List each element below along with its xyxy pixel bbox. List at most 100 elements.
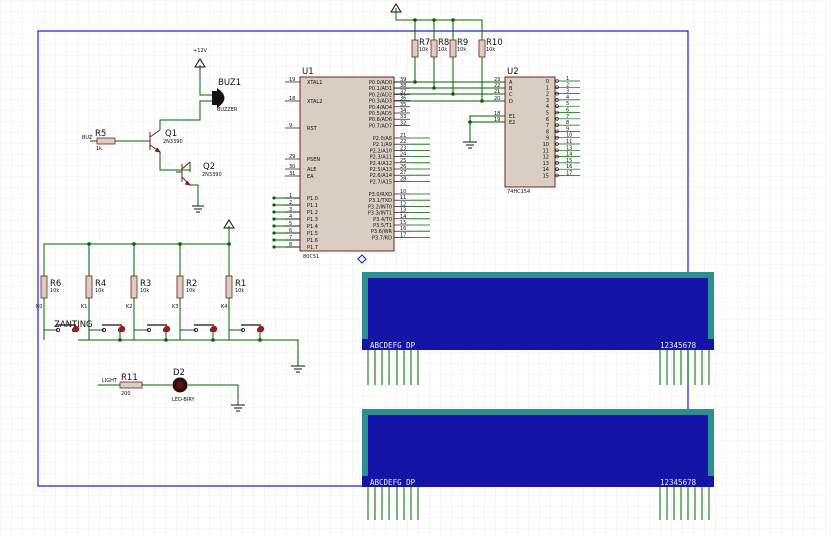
led-d2[interactable] bbox=[172, 377, 188, 393]
mcu-pin-name: P1.3 bbox=[307, 217, 318, 223]
mcu-pin-number: 23 bbox=[400, 145, 406, 151]
mcu-pin-number: 35 bbox=[400, 102, 406, 108]
resistor-r8[interactable] bbox=[430, 39, 438, 58]
mcu-pin-name: P3.7/RD bbox=[372, 235, 392, 241]
mcu-pin-number: 22 bbox=[400, 139, 406, 145]
mcu-pin-name: P1.2 bbox=[307, 210, 318, 216]
mcu-pin-name: P1.7 bbox=[307, 245, 318, 251]
mcu-pin-name: P1.0 bbox=[307, 196, 318, 202]
mcu-pin-number: 14 bbox=[400, 214, 406, 220]
decoder-pin-number: 20 bbox=[494, 96, 500, 102]
decoder-pin-number: 6 bbox=[566, 108, 569, 114]
resistor-r4[interactable] bbox=[85, 275, 93, 299]
mcu-pin-name: P2.2/A10 bbox=[370, 148, 392, 154]
mcu-pin-number: 27 bbox=[400, 170, 406, 176]
decoder-pin-name: 14 bbox=[543, 167, 549, 173]
display-2-digit-label: 12345678 bbox=[660, 478, 697, 487]
decoder-pin-name: 8 bbox=[546, 129, 549, 135]
decoder-pin-name: 15 bbox=[543, 174, 549, 180]
display-2[interactable] bbox=[362, 409, 714, 487]
decoder-pin-number: 14 bbox=[566, 152, 572, 158]
decoder-pin-name: 3 bbox=[546, 98, 549, 104]
mcu-pin-number: 5 bbox=[289, 221, 292, 227]
mcu-pin-number: 3 bbox=[289, 207, 292, 213]
mcu-pin-name: P0.5/AD5 bbox=[369, 111, 392, 117]
resistor-r1[interactable] bbox=[225, 275, 233, 299]
decoder-pin-name: 11 bbox=[543, 148, 549, 154]
q1-part: 2N3390 bbox=[163, 139, 183, 145]
decoder-pin-number: 1 bbox=[566, 76, 569, 82]
mcu-pin-number: 6 bbox=[289, 228, 292, 234]
decoder-pin-name: 7 bbox=[546, 123, 549, 129]
decoder-pin-name: 13 bbox=[543, 161, 549, 167]
pullup-value: 10k bbox=[419, 47, 428, 53]
mcu-pin-name: P0.4/AD4 bbox=[369, 105, 392, 111]
mcu-pin-number: 29 bbox=[289, 154, 295, 160]
q1-ref: Q1 bbox=[165, 129, 177, 139]
buzzer-ref: BUZ1 bbox=[218, 78, 241, 88]
pullup-value: 10k bbox=[486, 47, 495, 53]
mcu-pin-name: P3.0/RXD bbox=[369, 192, 393, 198]
mcu-pin-name: P0.0/AD0 bbox=[369, 80, 392, 86]
port1-terminal bbox=[272, 238, 276, 242]
key-net-label: K3 bbox=[172, 304, 178, 310]
resistor-r10[interactable] bbox=[478, 39, 486, 58]
resistor-r2[interactable] bbox=[176, 275, 184, 299]
resistor-r3[interactable] bbox=[130, 275, 138, 299]
mcu-pin-name: P0.6/AD6 bbox=[369, 117, 392, 123]
decoder-pin-name: 10 bbox=[543, 142, 549, 148]
mcu-pin-number: 38 bbox=[400, 83, 406, 89]
mcu-pin-number: 33 bbox=[400, 114, 406, 120]
mcu-pin-name: P0.3/AD3 bbox=[369, 99, 392, 105]
mcu-pin-number: 2 bbox=[289, 200, 292, 206]
mcu-pin-number: 24 bbox=[400, 152, 406, 158]
decoder-pin-name: 12 bbox=[543, 155, 549, 161]
r5-net: BUZ bbox=[82, 135, 93, 141]
pullup-value: 10k bbox=[457, 47, 466, 53]
decoder-pin-name: 6 bbox=[546, 117, 549, 123]
resistor-r7[interactable] bbox=[411, 39, 419, 58]
mcu-pin-number: 11 bbox=[400, 195, 406, 201]
mcu-pin-name: P0.1/AD1 bbox=[369, 86, 392, 92]
led-ref: D2 bbox=[173, 368, 185, 378]
mcu-pin-number: 12 bbox=[400, 201, 406, 207]
mcu-pin-number: 4 bbox=[289, 214, 292, 220]
decoder-pin-name: 4 bbox=[546, 104, 549, 110]
mcu-pin-number: 1 bbox=[289, 193, 292, 199]
mcu-pin-name: P0.7/AD7 bbox=[369, 123, 392, 129]
decoder-pin-number: 3 bbox=[566, 89, 569, 95]
mcu-pin-number: 39 bbox=[400, 77, 406, 83]
resistor-r9[interactable] bbox=[449, 39, 457, 58]
display-1-seg-label: ABCDEFG DP bbox=[370, 341, 416, 350]
r11-value: 200 bbox=[121, 391, 131, 397]
r5-value: 1k bbox=[96, 146, 102, 152]
mcu-pin-name: P1.5 bbox=[307, 231, 318, 237]
decoder-pin-name: C bbox=[509, 92, 513, 98]
decoder-ref: U2 bbox=[507, 67, 519, 77]
display-1[interactable] bbox=[362, 272, 714, 350]
resistor-r6[interactable] bbox=[40, 275, 48, 299]
mcu-pin-number: 25 bbox=[400, 158, 406, 164]
schematic-canvas[interactable]: +12V R7 10k R8 10k R9 10k R10 10k R6 10k K0 R4 10k K… bbox=[0, 0, 831, 536]
key-resistor-value: 10k bbox=[95, 288, 104, 294]
mcu-pin-number: 34 bbox=[400, 108, 406, 114]
display-2-seg-label: ABCDEFG DP bbox=[370, 478, 416, 487]
mcu-pin-number: 18 bbox=[289, 96, 295, 102]
decoder-pin-name: 1 bbox=[546, 85, 549, 91]
mcu-pin-name: P2.3/A11 bbox=[370, 155, 392, 161]
mcu-pin-number: 21 bbox=[400, 133, 406, 139]
port1-terminal bbox=[272, 217, 276, 221]
decoder-pin-number: 19 bbox=[494, 117, 500, 123]
decoder-pin-number: 10 bbox=[566, 133, 572, 139]
mcu-pin-name: P0.2/AD2 bbox=[369, 92, 392, 98]
mcu-pin-name: P3.5/T1 bbox=[373, 223, 392, 229]
mcu-pin-name: PSEN bbox=[307, 157, 320, 163]
port1-terminal bbox=[272, 224, 276, 228]
mcu-pin-number: 36 bbox=[400, 96, 406, 102]
key-resistor-value: 10k bbox=[186, 288, 195, 294]
q2-part: 2N3390 bbox=[202, 172, 222, 178]
decoder-pin-number: 5 bbox=[566, 101, 569, 107]
port1-terminal bbox=[272, 203, 276, 207]
decoder-pin-name: 9 bbox=[546, 136, 549, 142]
decoder-pin-number: 16 bbox=[566, 164, 572, 170]
